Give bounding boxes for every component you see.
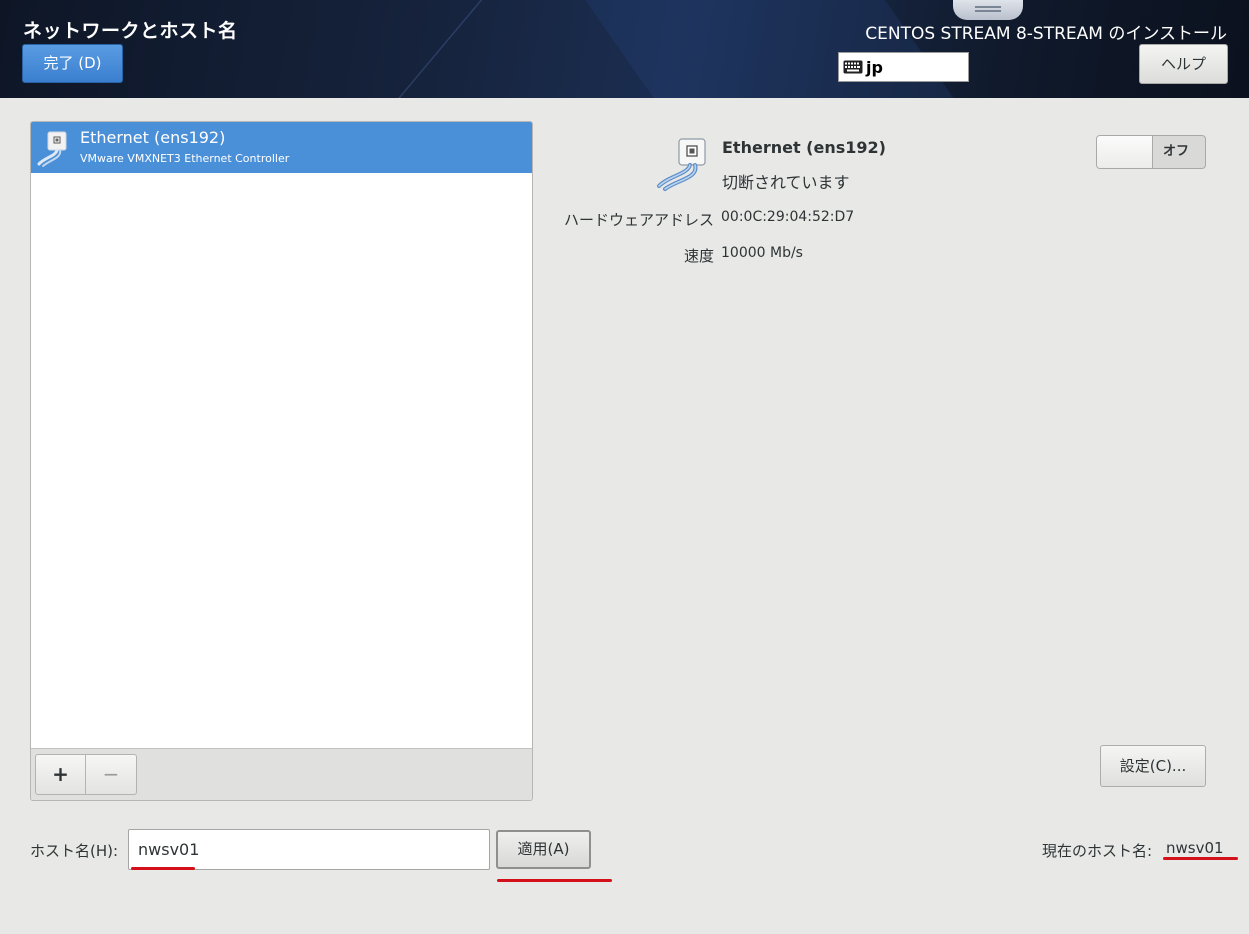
speed-label: 速度 bbox=[683, 247, 714, 265]
current-hostname-value: nwsv01 bbox=[1166, 839, 1224, 857]
network-wired-icon bbox=[657, 138, 706, 191]
settings-button[interactable]: 設定(C)... bbox=[1100, 745, 1206, 787]
remove-device-button[interactable]: − bbox=[86, 754, 137, 795]
keyboard-layout-indicator[interactable]: jp bbox=[838, 52, 969, 82]
hostname-label: ホスト名(H): bbox=[30, 842, 119, 860]
device-list-item-name: Ethernet (ens192) bbox=[80, 128, 226, 147]
hardware-address-label: ハードウェアアドレス bbox=[563, 211, 714, 229]
device-list-toolbar: + − bbox=[31, 748, 532, 800]
hostname-input[interactable] bbox=[128, 829, 490, 870]
device-list-panel: Ethernet (ens192) VMware VMXNET3 Etherne… bbox=[30, 121, 533, 801]
device-status: 切断されています bbox=[722, 173, 850, 192]
connection-toggle[interactable]: オフ bbox=[1096, 135, 1206, 169]
install-title: CENTOS STREAM 8-STREAM のインストール bbox=[865, 24, 1227, 44]
apply-button[interactable]: 適用(A) bbox=[496, 830, 591, 869]
annotation-underline-hostname-input bbox=[131, 867, 195, 870]
device-name: Ethernet (ens192) bbox=[722, 138, 886, 157]
keyboard-layout-label: jp bbox=[866, 57, 883, 77]
done-button[interactable]: 完了 (D) bbox=[22, 44, 123, 83]
page-title: ネットワークとホスト名 bbox=[23, 20, 238, 42]
device-list-item[interactable]: Ethernet (ens192) VMware VMXNET3 Etherne… bbox=[31, 122, 532, 173]
annotation-underline-current-hostname bbox=[1163, 857, 1238, 860]
hardware-address-value: 00:0C:29:04:52:D7 bbox=[721, 209, 855, 225]
header-bar: ネットワークとホスト名 完了 (D) CENTOS STREAM 8-STREA… bbox=[0, 0, 1249, 98]
toggle-knob bbox=[1097, 136, 1153, 168]
keyboard-icon bbox=[843, 60, 863, 74]
annotation-underline-apply-button bbox=[497, 879, 612, 882]
header-grab-handle[interactable] bbox=[953, 0, 1023, 20]
toggle-state-label: オフ bbox=[1163, 144, 1190, 159]
network-wired-icon bbox=[37, 131, 67, 167]
add-device-button[interactable]: + bbox=[35, 754, 86, 795]
current-hostname-label: 現在のホスト名: bbox=[1041, 842, 1152, 860]
device-list-item-description: VMware VMXNET3 Ethernet Controller bbox=[80, 152, 290, 165]
help-button[interactable]: ヘルプ bbox=[1139, 44, 1228, 84]
speed-value: 10000 Mb/s bbox=[721, 245, 803, 261]
